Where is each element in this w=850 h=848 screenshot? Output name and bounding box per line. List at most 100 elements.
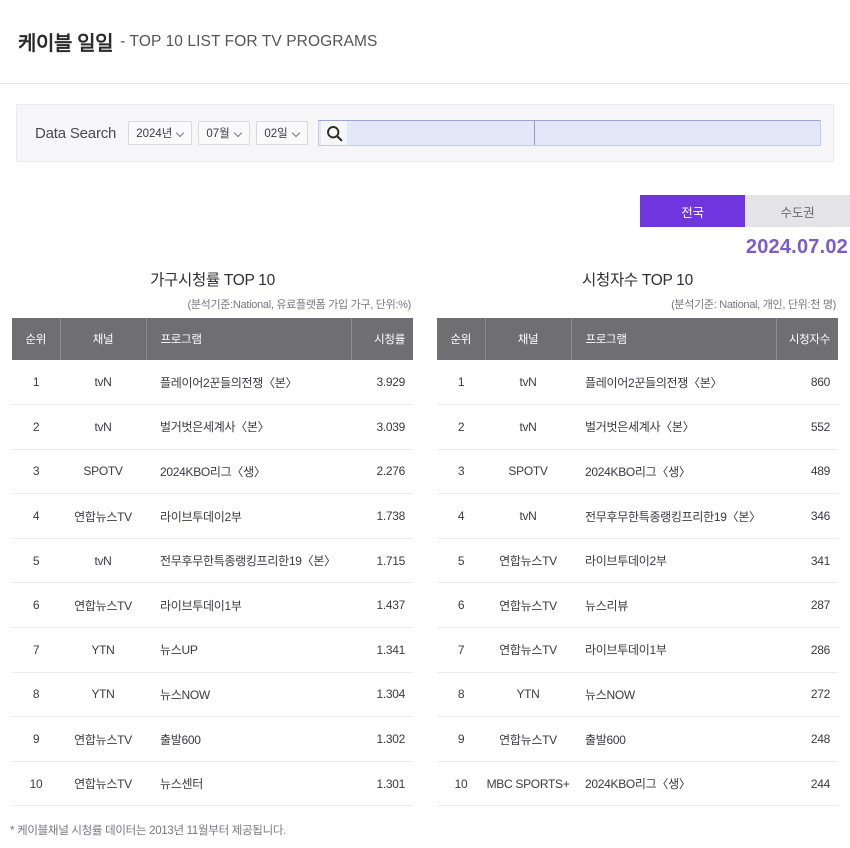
table-row[interactable]: 4 연합뉴스TV 라이브투데이2부 1.738 — [12, 493, 413, 539]
cell-value: 3.929 — [351, 360, 413, 406]
cell-channel: SPOTV — [485, 449, 571, 495]
cell-value: 341 — [776, 538, 838, 584]
cell-rank: 10 — [12, 761, 60, 807]
cell-rank: 7 — [437, 627, 485, 673]
table-row[interactable]: 8 YTN 뉴스NOW 272 — [437, 672, 838, 718]
chevron-down-icon — [177, 129, 186, 138]
table-row[interactable]: 10 MBC SPORTS+ 2024KBO리그〈생〉 244 — [437, 761, 838, 807]
table-row[interactable]: 3 SPOTV 2024KBO리그〈생〉 2.276 — [12, 449, 413, 495]
table-row[interactable]: 6 연합뉴스TV 라이브투데이1부 1.437 — [12, 582, 413, 629]
selected-date-display: 2024.07.02 — [745, 236, 848, 258]
page-header: 케이블 일일 - TOP 10 LIST FOR TV PROGRAMS — [0, 0, 850, 84]
cell-program: 2024KBO리그〈생〉 — [571, 449, 776, 495]
cell-value: 1.715 — [351, 538, 413, 584]
cell-program: 벌거벗은세계사〈본〉 — [146, 404, 351, 450]
cell-rank: 1 — [12, 360, 60, 406]
cell-program: 전무후무한특종랭킹프리한19〈본〉 — [146, 538, 351, 584]
table-row[interactable]: 3 SPOTV 2024KBO리그〈생〉 489 — [437, 449, 838, 495]
cell-channel: tvN — [60, 404, 146, 450]
cell-program: 플레이어2꾼들의전쟁〈본〉 — [571, 360, 776, 406]
cell-rank: 2 — [437, 404, 485, 450]
cell-program: 뉴스NOW — [146, 672, 351, 718]
cell-channel: 연합뉴스TV — [485, 627, 571, 673]
cell-channel: tvN — [60, 360, 146, 406]
cell-program: 뉴스UP — [146, 627, 351, 673]
cell-program: 라이브투데이1부 — [146, 582, 351, 629]
cell-channel: tvN — [485, 404, 571, 450]
table-row[interactable]: 6 연합뉴스TV 뉴스리뷰 287 — [437, 582, 838, 629]
table-row[interactable]: 7 YTN 뉴스UP 1.341 — [12, 627, 413, 673]
column-header-rank: 순위 — [437, 318, 486, 360]
cell-value: 489 — [776, 449, 838, 495]
cell-program: 라이브투데이2부 — [146, 493, 351, 539]
page-subtitle: - TOP 10 LIST FOR TV PROGRAMS — [120, 32, 378, 50]
cell-value: 286 — [776, 627, 838, 673]
cell-rank: 3 — [12, 449, 60, 495]
cell-value: 244 — [776, 761, 838, 807]
cell-rank: 9 — [12, 716, 60, 762]
cell-value: 1.341 — [351, 627, 413, 673]
search-icon[interactable] — [321, 121, 348, 145]
viewers-table: 순위 채널 프로그램 시청자수 1 tvN 플레이어2꾼들의전쟁〈본〉 860 … — [437, 318, 838, 807]
search-field-group — [318, 120, 821, 146]
cell-channel: SPOTV — [60, 449, 146, 495]
table-row[interactable]: 9 연합뉴스TV 출발600 248 — [437, 716, 838, 762]
cell-rank: 2 — [12, 404, 60, 450]
cell-channel: YTN — [485, 672, 571, 718]
table-row[interactable]: 2 tvN 벌거벗은세계사〈본〉 3.039 — [12, 404, 413, 450]
data-search-label: Data Search — [35, 124, 117, 142]
table-row[interactable]: 10 연합뉴스TV 뉴스센터 1.301 — [12, 761, 413, 807]
cell-channel: tvN — [485, 493, 571, 539]
viewers-subtitle: (분석기준: National, 개인, 단위:천 명) — [671, 299, 836, 311]
cell-channel: 연합뉴스TV — [60, 761, 146, 807]
cell-program: 출발600 — [571, 716, 776, 762]
cell-program: 라이브투데이2부 — [571, 538, 776, 584]
cell-rank: 4 — [437, 493, 485, 539]
table-row[interactable]: 1 tvN 플레이어2꾼들의전쟁〈본〉 3.929 — [12, 360, 413, 406]
cell-channel: tvN — [60, 538, 146, 584]
cell-value: 346 — [776, 493, 838, 539]
cell-rank: 10 — [437, 761, 485, 807]
column-header-program: 프로그램 — [571, 318, 777, 360]
column-header-rank: 순위 — [12, 318, 61, 360]
household-rating-title: 가구시청률 TOP 10 — [150, 272, 275, 289]
cell-channel: 연합뉴스TV — [60, 716, 146, 762]
column-header-value: 시청률 — [351, 318, 413, 360]
cell-channel: tvN — [485, 360, 571, 406]
cell-program: 뉴스센터 — [146, 761, 351, 807]
cell-program: 전무후무한특종랭킹프리한19〈본〉 — [571, 493, 776, 539]
year-select[interactable]: 2024년 — [128, 121, 193, 145]
secondary-search-input[interactable] — [535, 121, 820, 145]
cell-rank: 6 — [437, 582, 485, 629]
cell-rank: 8 — [437, 672, 485, 718]
table-row[interactable]: 1 tvN 플레이어2꾼들의전쟁〈본〉 860 — [437, 360, 838, 406]
date-selectors: 2024년 07월 02일 — [128, 121, 309, 145]
table-row[interactable]: 4 tvN 전무후무한특종랭킹프리한19〈본〉 346 — [437, 493, 838, 539]
search-input[interactable] — [347, 121, 534, 145]
cell-value: 860 — [776, 360, 838, 406]
cell-value: 1.302 — [351, 716, 413, 762]
cell-rank: 5 — [12, 538, 60, 584]
month-select[interactable]: 07월 — [198, 121, 251, 145]
region-toggle-nationwide[interactable]: 전국 — [640, 195, 745, 227]
ranking-tables: 가구시청률 TOP 10 (분석기준:National, 유료플랫폼 가입 가구… — [0, 268, 850, 807]
table-row[interactable]: 5 tvN 전무후무한특종랭킹프리한19〈본〉 1.715 — [12, 538, 413, 584]
cell-rank: 6 — [12, 582, 60, 629]
cell-channel: 연합뉴스TV — [60, 582, 146, 629]
table-row[interactable]: 8 YTN 뉴스NOW 1.304 — [12, 672, 413, 718]
table-row[interactable]: 7 연합뉴스TV 라이브투데이1부 286 — [437, 627, 838, 673]
table-row[interactable]: 2 tvN 벌거벗은세계사〈본〉 552 — [437, 404, 838, 450]
month-select-value: 07월 — [206, 128, 230, 140]
day-select[interactable]: 02일 — [256, 121, 309, 145]
table-row[interactable]: 5 연합뉴스TV 라이브투데이2부 341 — [437, 538, 838, 584]
cell-value: 1.304 — [351, 672, 413, 718]
region-toggle-metro[interactable]: 수도권 — [745, 195, 850, 227]
column-header-value: 시청자수 — [776, 318, 838, 360]
household-rating-subtitle: (분석기준:National, 유료플랫폼 가입 가구, 단위:%) — [187, 299, 411, 311]
footnote: * 케이블채널 시청률 데이터는 2013년 11월부터 제공됩니다. — [10, 825, 287, 837]
table-header-row: 순위 채널 프로그램 시청률 — [12, 318, 413, 360]
cell-value: 2.276 — [351, 449, 413, 495]
cell-value: 1.301 — [351, 761, 413, 807]
household-rating-table-wrap: 가구시청률 TOP 10 (분석기준:National, 유료플랫폼 가입 가구… — [0, 268, 425, 807]
table-row[interactable]: 9 연합뉴스TV 출발600 1.302 — [12, 716, 413, 762]
